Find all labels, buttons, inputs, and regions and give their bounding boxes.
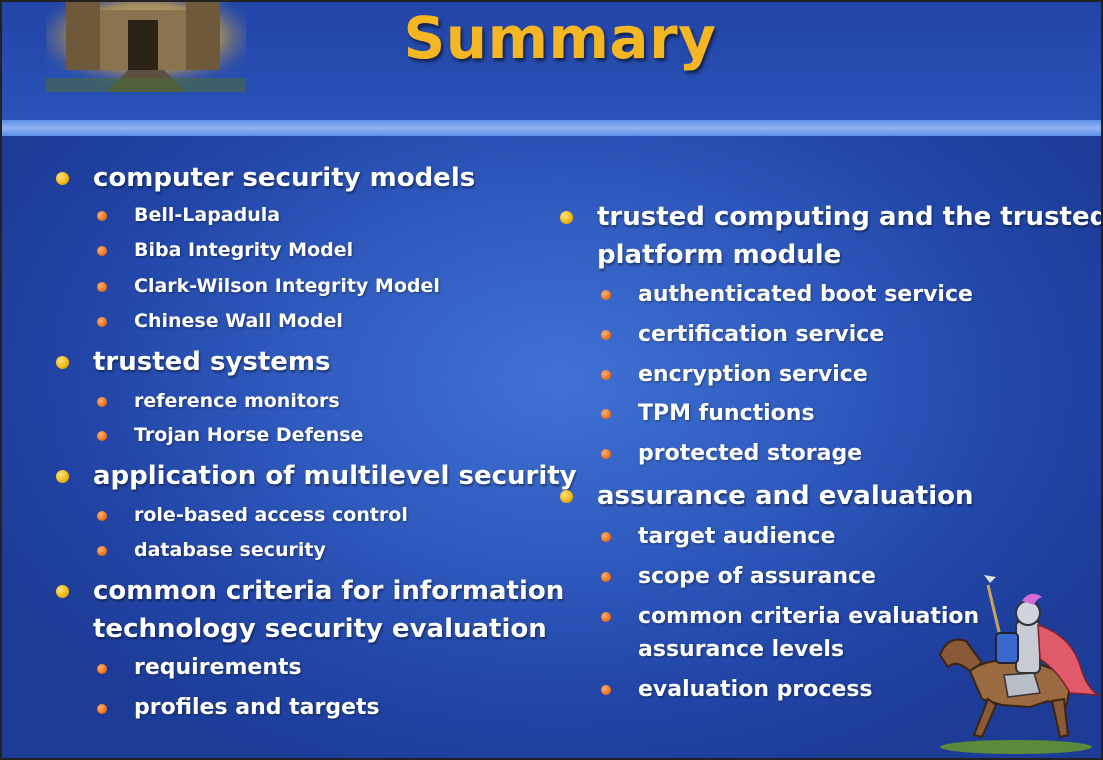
list-item: profiles and targets	[134, 695, 380, 720]
castle-image	[46, 0, 246, 92]
topic-trusted-systems: trusted systems	[93, 347, 331, 377]
list-item: authenticated boot service	[638, 282, 973, 307]
list-item: Bell-Lapadula	[134, 204, 281, 226]
list-item: scope of assurance	[638, 564, 876, 589]
slide: Summary computer security models Bell-La…	[0, 0, 1103, 760]
list-item: TPM functions	[638, 401, 815, 426]
bullet-icon	[97, 704, 107, 714]
list-item: certification service	[638, 322, 885, 347]
topic-multilevel-security: application of multilevel security	[93, 461, 577, 491]
bullet-icon	[601, 449, 611, 459]
list-item: Clark-Wilson Integrity Model	[134, 275, 440, 297]
list-item: Trojan Horse Defense	[134, 424, 364, 446]
topic-common-criteria-line2: technology security evaluation	[93, 614, 547, 644]
topic-assurance-evaluation: assurance and evaluation	[597, 481, 974, 511]
bullet-icon	[601, 612, 611, 622]
bullet-icon	[601, 370, 611, 380]
bullet-icon	[97, 397, 107, 407]
bullet-icon	[97, 546, 107, 556]
list-item: requirements	[134, 655, 302, 680]
list-item: role-based access control	[134, 504, 408, 526]
list-item: target audience	[638, 524, 836, 549]
topic-trusted-computing-line2: platform module	[597, 240, 842, 270]
list-item: encryption service	[638, 362, 868, 387]
list-item: protected storage	[638, 441, 863, 466]
bullet-icon	[56, 585, 69, 598]
bullet-icon	[97, 282, 107, 292]
bullet-icon	[560, 211, 573, 224]
bullet-icon	[560, 490, 573, 503]
bullet-icon	[97, 511, 107, 521]
bullet-icon	[601, 532, 611, 542]
bullet-icon	[601, 330, 611, 340]
bullet-icon	[97, 246, 107, 256]
list-item-continuation: assurance levels	[638, 637, 845, 662]
title-divider	[0, 120, 1103, 136]
bullet-icon	[97, 431, 107, 441]
bullet-icon	[601, 572, 611, 582]
list-item: database security	[134, 539, 326, 561]
bullet-icon	[601, 290, 611, 300]
topic-common-criteria-line1: common criteria for information	[93, 576, 565, 606]
list-item: Chinese Wall Model	[134, 310, 343, 332]
topic-trusted-computing-line1: trusted computing and the trusted	[597, 202, 1103, 232]
list-item: common criteria evaluation	[638, 604, 980, 629]
bullet-icon	[97, 317, 107, 327]
bullet-icon	[56, 172, 69, 185]
list-item: reference monitors	[134, 390, 340, 412]
list-item: Biba Integrity Model	[134, 239, 354, 261]
list-item: evaluation process	[638, 677, 873, 702]
bullet-icon	[97, 664, 107, 674]
bullet-icon	[601, 685, 611, 695]
knight-image	[938, 575, 1101, 754]
bullet-icon	[56, 470, 69, 483]
bullet-icon	[97, 211, 107, 221]
bullet-icon	[56, 356, 69, 369]
slide-title: Summary	[403, 4, 717, 72]
bullet-icon	[601, 409, 611, 419]
topic-computer-security-models: computer security models	[93, 163, 476, 193]
